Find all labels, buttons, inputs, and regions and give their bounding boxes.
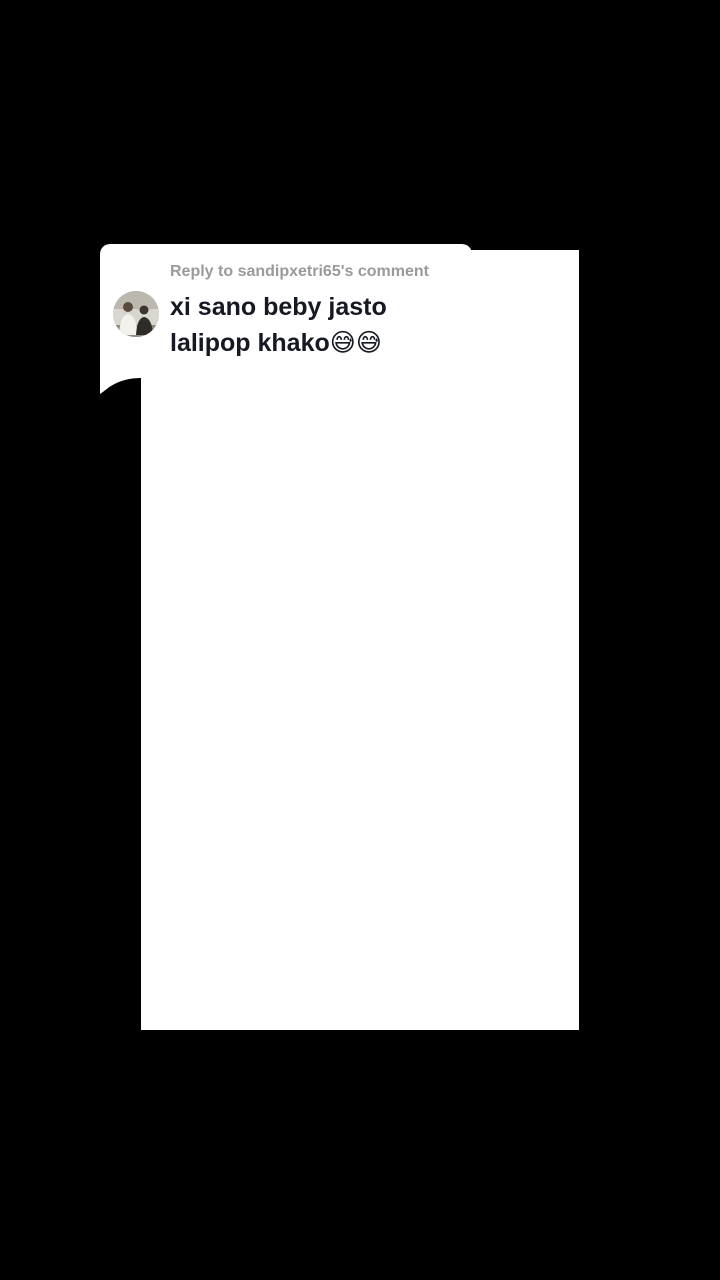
comment-line-2: lalipop khako bbox=[170, 329, 330, 357]
bubble-tail bbox=[100, 376, 140, 394]
sweat-smile-emoji-icon: 😅😅 bbox=[329, 328, 382, 357]
reply-header: Reply to sandipxetri65's comment bbox=[170, 263, 429, 280]
video-screen[interactable]: Reply to sandipxetri65's comment xi sano… bbox=[0, 0, 720, 1280]
commenter-avatar[interactable] bbox=[113, 291, 159, 337]
user-photo-avatar-icon bbox=[113, 291, 159, 337]
comment-text: xi sano beby jasto lalipop khako😅😅 bbox=[170, 290, 460, 361]
comment-line-1: xi sano beby jasto bbox=[170, 293, 387, 321]
